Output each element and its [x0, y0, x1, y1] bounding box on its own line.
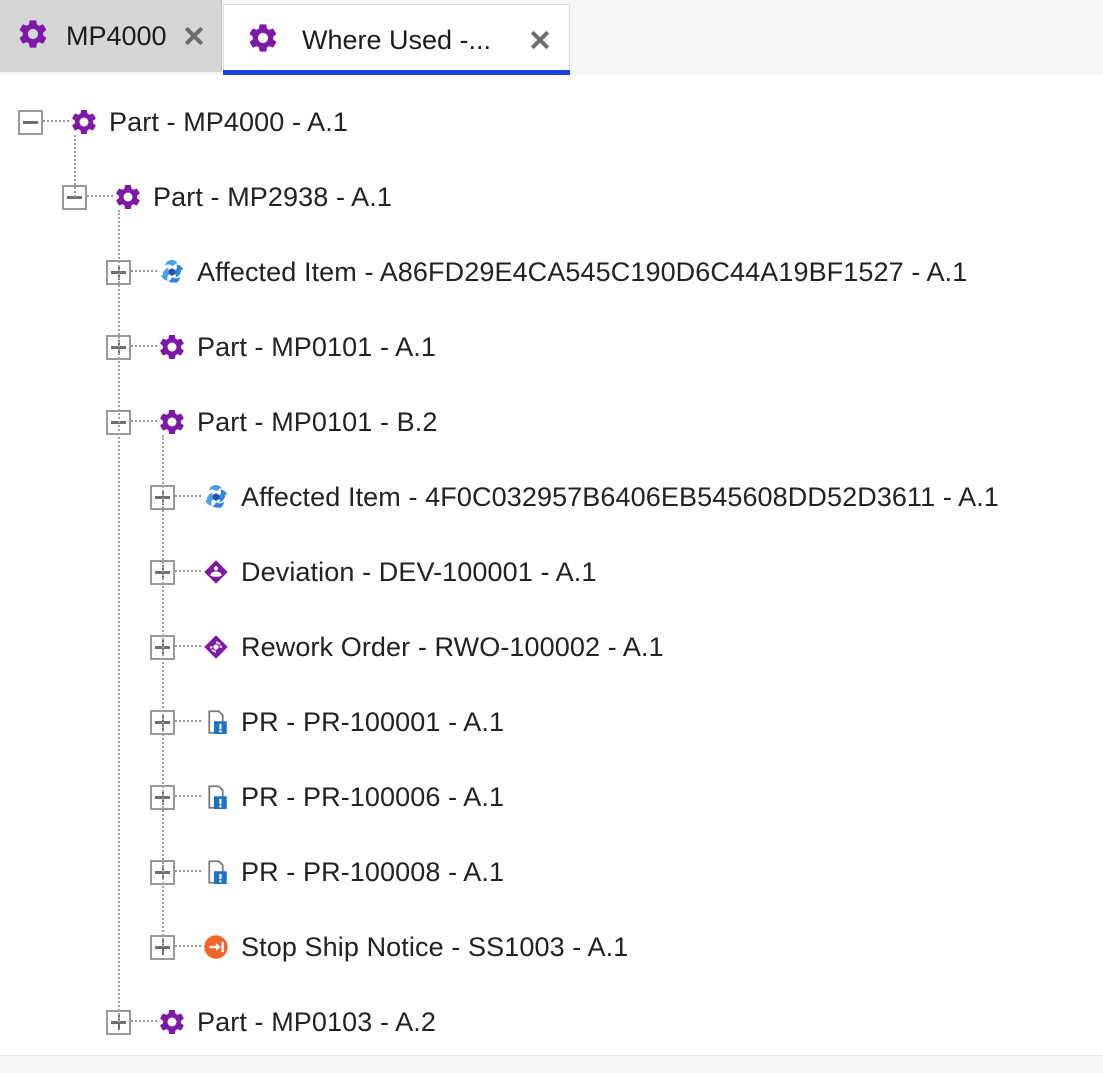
- tree-node[interactable]: Part - MP2938 - A.1: [62, 172, 392, 222]
- tree-connector-line: [74, 135, 76, 197]
- tree-connector-line: [131, 1020, 157, 1024]
- pr-icon: [201, 857, 231, 887]
- deviation-icon: [201, 557, 231, 587]
- tree-connector-line: [131, 345, 157, 349]
- tree-node[interactable]: Stop Ship Notice - SS1003 - A.1: [150, 922, 628, 972]
- close-icon[interactable]: [527, 27, 553, 53]
- tree-node-label: Rework Order - RWO-100002 - A.1: [241, 632, 664, 663]
- gear-icon: [246, 21, 280, 60]
- tree-node-label: Deviation - DEV-100001 - A.1: [241, 557, 597, 588]
- tree-connector-line: [118, 210, 120, 1022]
- tree-node[interactable]: Affected Item - 4F0C032957B6406EB545608D…: [150, 472, 999, 522]
- tree-connector-line: [175, 720, 201, 724]
- tree-connector-line: [175, 795, 201, 799]
- tree-node[interactable]: Part - MP0101 - A.1: [106, 322, 436, 372]
- gear-icon: [113, 182, 143, 212]
- tab-mp4000[interactable]: MP4000: [0, 0, 222, 72]
- tree-node[interactable]: PR - PR-100001 - A.1: [150, 697, 504, 747]
- where-used-tree: Part - MP4000 - A.1 Part - MP2938 - A.1 Af…: [0, 75, 1103, 1055]
- tree-connector-line: [131, 270, 157, 274]
- tree-node-label: Part - MP0101 - A.1: [197, 332, 436, 363]
- tree-node-label: Part - MP4000 - A.1: [109, 107, 348, 138]
- gear-icon: [157, 332, 187, 362]
- close-icon[interactable]: [181, 23, 207, 49]
- tree-node-label: PR - PR-100006 - A.1: [241, 782, 504, 813]
- tab-label: MP4000: [66, 21, 171, 52]
- tree-connector-line: [175, 570, 201, 574]
- affected-item-icon: [201, 482, 231, 512]
- tree-node-label: Part - MP2938 - A.1: [153, 182, 392, 213]
- tree-node-label: Affected Item - 4F0C032957B6406EB545608D…: [241, 482, 999, 513]
- tree-node[interactable]: Deviation - DEV-100001 - A.1: [150, 547, 597, 597]
- affected-item-icon: [157, 257, 187, 287]
- tree-node[interactable]: Part - MP0103 - A.2: [106, 997, 436, 1047]
- gear-icon: [157, 1007, 187, 1037]
- tree-connector-line: [131, 420, 157, 424]
- tab-label: Where Used -...: [302, 25, 517, 56]
- tree-node-label: PR - PR-100008 - A.1: [241, 857, 504, 888]
- tree-connector-line: [175, 870, 201, 874]
- tree-node[interactable]: Part - MP0101 - B.2: [106, 397, 438, 447]
- collapse-node-button[interactable]: [18, 110, 43, 135]
- tree-node-label: Affected Item - A86FD29E4CA545C190D6C44A…: [197, 257, 967, 288]
- stop-ship-notice-icon: [201, 932, 231, 962]
- rework-order-icon: [201, 632, 231, 662]
- pr-icon: [201, 707, 231, 737]
- tree-connector-line: [175, 495, 201, 499]
- tree-node[interactable]: Part - MP4000 - A.1: [18, 97, 348, 147]
- tree-node-label: PR - PR-100001 - A.1: [241, 707, 504, 738]
- bottom-status-strip: [0, 1055, 1103, 1073]
- tree-connector-line: [87, 195, 113, 199]
- tree-node-label: Stop Ship Notice - SS1003 - A.1: [241, 932, 628, 963]
- tree-node-label: Part - MP0101 - B.2: [197, 407, 438, 438]
- tree-connector-line: [162, 435, 164, 947]
- gear-icon: [69, 107, 99, 137]
- tree-connector-line: [43, 120, 69, 124]
- tree-node[interactable]: PR - PR-100006 - A.1: [150, 772, 504, 822]
- tree-connector-line: [175, 945, 201, 949]
- tree-connector-line: [175, 645, 201, 649]
- tree-node[interactable]: Rework Order - RWO-100002 - A.1: [150, 622, 664, 672]
- gear-icon: [157, 407, 187, 437]
- pr-icon: [201, 782, 231, 812]
- tree-node-label: Part - MP0103 - A.2: [197, 1007, 436, 1038]
- tree-node[interactable]: PR - PR-100008 - A.1: [150, 847, 504, 897]
- tab-bar: MP4000 Where Used -...: [0, 0, 1103, 75]
- tree-node[interactable]: Affected Item - A86FD29E4CA545C190D6C44A…: [106, 247, 967, 297]
- tab-where-used[interactable]: Where Used -...: [223, 4, 570, 75]
- gear-icon: [16, 17, 50, 56]
